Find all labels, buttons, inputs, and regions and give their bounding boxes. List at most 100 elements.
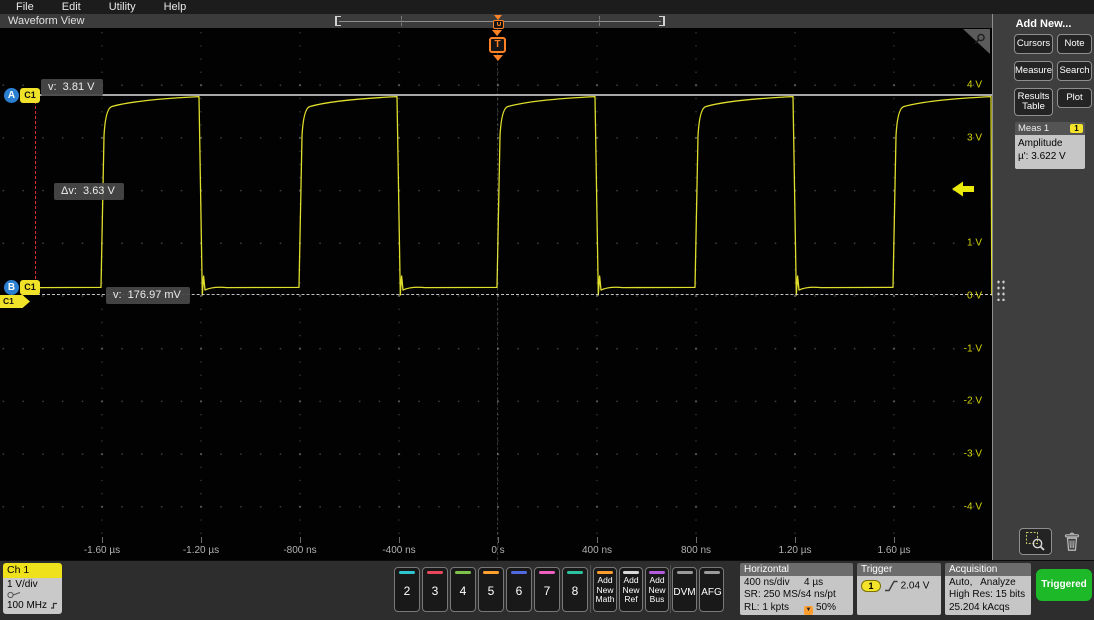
expansion-point-badge-icon[interactable]	[493, 20, 504, 29]
x-axis-tick	[696, 537, 697, 543]
button-label: Add New Ref	[620, 576, 642, 605]
channel-color-stripe	[623, 571, 639, 574]
menu-edit[interactable]: Edit	[62, 1, 81, 13]
channel-6-button[interactable]: 6	[506, 567, 532, 612]
channel-color-stripe	[649, 571, 665, 574]
overview-left-bracket-handle[interactable]	[335, 16, 341, 26]
channel-color-stripe	[597, 571, 613, 574]
channel-color-stripe	[567, 571, 583, 574]
settings-bar: Ch 1 1 V/div 100 MHz 2345678Add New Mat	[0, 560, 1094, 620]
afg-button[interactable]: AFG	[699, 567, 724, 612]
horizontal-position-icon: ▼	[804, 606, 813, 615]
x-axis-tick	[102, 537, 103, 543]
cursor-a-readout: v: 3.81 V	[41, 79, 103, 96]
magnifier-dashed-box-icon	[1025, 531, 1046, 552]
cursor-a-badge[interactable]: A	[4, 88, 19, 103]
channel-1-bandwidth: 100 MHz	[7, 600, 47, 611]
trigger-position-arrow-icon[interactable]	[492, 30, 502, 36]
add-new-math-button[interactable]: Add New Math	[593, 567, 617, 612]
add-cursors-button[interactable]: Cursors	[1014, 34, 1053, 54]
add-new-ref-button[interactable]: Add New Ref	[619, 567, 643, 612]
button-label: 7	[535, 584, 559, 598]
channel-color-stripe	[704, 571, 720, 574]
channel-3-button[interactable]: 3	[422, 567, 448, 612]
divider	[590, 565, 591, 613]
horizontal-value: RL: 1 kpts	[744, 602, 804, 615]
channel-color-stripe	[483, 571, 499, 574]
horizontal-row: SR: 250 MS/s4 ns/pt	[744, 589, 849, 601]
x-axis-label: 1.60 µs	[864, 545, 924, 556]
trigger-position-flag[interactable]: T	[489, 37, 506, 53]
meas-1-header: Meas 1 1	[1015, 122, 1085, 135]
button-label: 6	[507, 584, 531, 598]
horizontal-value: 4 µs	[804, 577, 823, 589]
x-axis-label: 0 s	[468, 545, 528, 556]
zoom-corner-handle[interactable]	[960, 29, 990, 56]
add-new-bus-button[interactable]: Add New Bus	[645, 567, 669, 612]
channel-1-badge[interactable]: Ch 1 1 V/div 100 MHz	[3, 563, 62, 614]
zoom-tool-button[interactable]	[1019, 528, 1052, 555]
bandwidth-icon	[50, 601, 58, 609]
menu-bar: File Edit Utility Help	[0, 0, 1094, 14]
add-search-button[interactable]: Search	[1057, 61, 1092, 81]
dvm-button[interactable]: DVM	[672, 567, 697, 612]
channel-color-stripe	[455, 571, 471, 574]
cursor-vertical-link-line	[35, 96, 36, 294]
trigger-source-badge: 1	[861, 580, 881, 592]
channel-color-stripe	[399, 571, 415, 574]
channel-5-button[interactable]: 5	[478, 567, 504, 612]
acquisition-line: 25.204 kAcqs	[949, 602, 1027, 614]
add-note-button[interactable]: Note	[1057, 34, 1092, 54]
meas-1-title: Meas 1	[1018, 123, 1049, 134]
cursor-b-source-badge[interactable]: C1	[20, 280, 40, 295]
channel-8-button[interactable]: 8	[562, 567, 588, 612]
channel-4-button[interactable]: 4	[450, 567, 476, 612]
meas-1-card[interactable]: Meas 1 1 Amplitude µ': 3.622 V	[1015, 122, 1085, 169]
delete-button[interactable]	[1056, 528, 1087, 555]
x-axis-label: -800 ns	[270, 545, 330, 556]
horizontal-row: 400 ns/div4 µs	[744, 577, 849, 589]
y-axis-label: 4 V	[967, 80, 982, 91]
button-label: 3	[423, 584, 447, 598]
horizontal-panel[interactable]: Horizontal 400 ns/div4 µsSR: 250 MS/s4 n…	[740, 563, 853, 615]
x-axis-label: 400 ns	[567, 545, 627, 556]
channel-1-trace[interactable]	[37, 97, 992, 295]
acquisition-panel[interactable]: Acquisition Auto, AnalyzeHigh Res: 15 bi…	[945, 563, 1031, 615]
acquisition-line: Auto, Analyze	[949, 577, 1027, 589]
waveform-view-title: Waveform View	[8, 15, 84, 27]
x-axis-tick	[597, 537, 598, 543]
cursor-a-source-badge[interactable]: C1	[20, 88, 40, 103]
horizontal-value: SR: 250 MS/s	[744, 589, 806, 601]
x-axis-tick	[300, 537, 301, 543]
horizontal-panel-title: Horizontal	[740, 563, 853, 576]
add-results-table-button[interactable]: Results Table	[1014, 88, 1053, 116]
cursor-a-line[interactable]	[37, 94, 992, 96]
channel-color-stripe	[677, 571, 693, 574]
oscilloscope-app: File Edit Utility Help Waveform View A C1 v…	[0, 0, 1094, 620]
cursor-b-readout: v: 176.97 mV	[106, 287, 190, 304]
waveform-display[interactable]: A C1 v: 3.81 V Δv: 3.63 V B C1 C1 v: 176…	[0, 28, 992, 560]
overview-tick	[599, 16, 600, 26]
x-axis-tick	[795, 537, 796, 543]
trigger-level-arrow-icon[interactable]	[951, 181, 974, 197]
channel-2-button[interactable]: 2	[394, 567, 420, 612]
rising-edge-icon	[884, 580, 898, 592]
cursor-b-badge[interactable]: B	[4, 280, 19, 295]
x-axis-label: -1.20 µs	[171, 545, 231, 556]
trigger-panel-body: 1 2.04 V	[857, 576, 941, 615]
panel-resize-grip[interactable]	[996, 279, 1005, 301]
horizontal-value: 400 ns/div	[744, 577, 804, 589]
menu-help[interactable]: Help	[164, 1, 187, 13]
add-plot-button[interactable]: Plot	[1057, 88, 1092, 108]
divider	[670, 565, 671, 613]
overview-tick	[401, 16, 402, 26]
trigger-panel-title: Trigger	[857, 563, 941, 576]
add-measure-button[interactable]: Measure	[1014, 61, 1053, 81]
trigger-status-badge: Triggered	[1036, 569, 1092, 601]
meas-1-name: Amplitude	[1018, 137, 1082, 150]
overview-right-bracket-handle[interactable]	[659, 16, 665, 26]
channel-7-button[interactable]: 7	[534, 567, 560, 612]
menu-utility[interactable]: Utility	[109, 1, 136, 13]
trigger-panel[interactable]: Trigger 1 2.04 V	[857, 563, 941, 615]
menu-file[interactable]: File	[16, 1, 34, 13]
